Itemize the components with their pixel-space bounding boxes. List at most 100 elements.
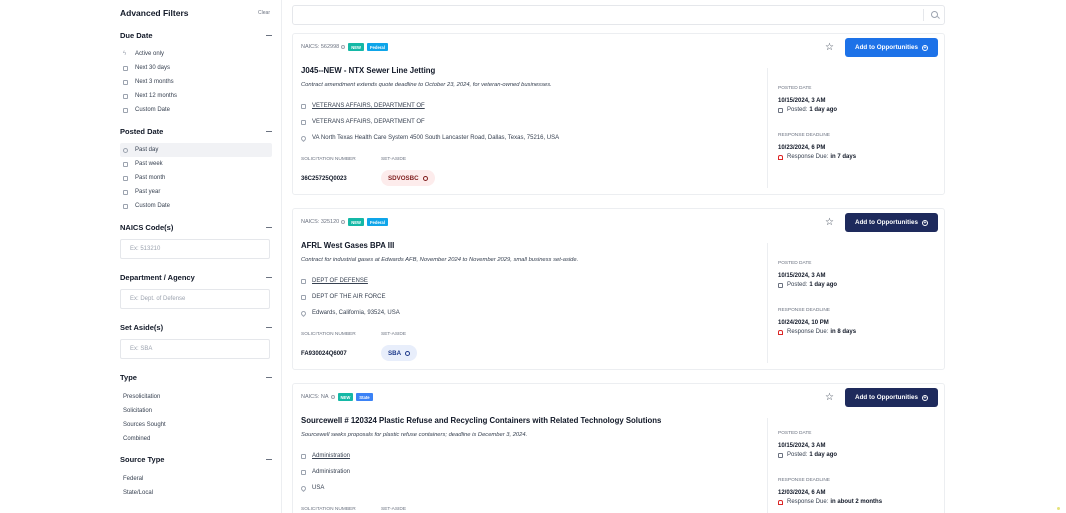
new-badge: NEW — [348, 218, 364, 226]
agency-line: VETERANS AFFAIRS, DEPARTMENT OF — [301, 119, 425, 125]
source-option-federal[interactable]: Federal — [120, 472, 272, 486]
button-label: Add to Opportunities — [855, 394, 918, 401]
department-header[interactable]: Department / Agency — [120, 271, 272, 283]
search-icon[interactable] — [931, 11, 938, 18]
option-label: Active only — [135, 51, 165, 57]
add-to-opportunities-button[interactable]: Add to Opportunities + — [845, 213, 938, 232]
source-type-header[interactable]: Source Type — [120, 453, 272, 465]
office-icon — [301, 119, 306, 125]
opportunity-description: Sourcewell seeks proposals for plastic r… — [301, 432, 528, 438]
type-header[interactable]: Type — [120, 371, 272, 383]
opportunity-title[interactable]: AFRL West Gases BPA III — [301, 241, 394, 250]
posted-date-header[interactable]: Posted Date — [120, 125, 272, 137]
calendar-icon — [778, 282, 783, 288]
type-option-sources-sought[interactable]: Sources Sought — [120, 418, 272, 432]
option-label: Past year — [135, 189, 161, 195]
star-icon[interactable]: ☆ — [825, 217, 834, 228]
deadline-value: 10/24/2024, 10 PM — [778, 320, 829, 326]
map-pin-icon — [299, 484, 308, 492]
posted-ago: Posted: 1 day ago — [778, 107, 837, 113]
opportunity-title[interactable]: J045--NEW - NTX Sewer Line Jetting — [301, 66, 435, 75]
opportunity-title[interactable]: Sourcewell # 120324 Plastic Refuse and R… — [301, 416, 661, 425]
option-label: Next 30 days — [135, 65, 171, 71]
department-name: Administration — [312, 453, 351, 459]
option-label: Custom Date — [135, 203, 171, 209]
source-option-state-local[interactable]: State/Local — [120, 486, 272, 500]
posted-ago-value: 1 day ago — [809, 282, 838, 288]
calendar-icon — [123, 65, 128, 71]
set-aside-value: SDVOSBC — [388, 174, 419, 182]
collapse-icon[interactable] — [266, 34, 272, 36]
calendar-icon — [123, 189, 128, 195]
opportunity-description: Contract amendment extends quote deadlin… — [301, 82, 552, 88]
due-option-next-30[interactable]: Next 30 days — [120, 61, 272, 75]
naics-header[interactable]: NAICS Code(s) — [120, 221, 272, 233]
option-label: Next 12 months — [135, 93, 178, 99]
posted-ago-value: 1 day ago — [809, 107, 838, 113]
due-date-header[interactable]: Due Date — [120, 29, 272, 41]
info-icon[interactable] — [341, 220, 346, 224]
department-line[interactable]: VETERANS AFFAIRS, DEPARTMENT OF — [301, 103, 425, 109]
posted-option-past-week[interactable]: Past week — [120, 157, 272, 171]
option-label: Past day — [135, 147, 159, 153]
clear-filters-link[interactable]: Clear — [258, 10, 270, 16]
collapse-icon[interactable] — [266, 226, 272, 228]
opportunity-description: Contract for industrial gases at Edwards… — [301, 257, 579, 263]
location-text: USA — [312, 485, 325, 491]
naics-input[interactable]: Ex: 513210 — [120, 239, 270, 259]
star-icon[interactable]: ☆ — [825, 392, 834, 403]
collapse-icon[interactable] — [266, 326, 272, 328]
option-label: Next 3 months — [135, 79, 174, 85]
bolt-icon: ϟ — [123, 50, 127, 57]
info-icon[interactable] — [422, 175, 428, 181]
solicitation-label: SOLICITATION NUMBER — [301, 507, 356, 512]
agency-name: Administration — [312, 469, 351, 475]
plus-circle-icon: + — [921, 44, 928, 51]
due-option-next-3m[interactable]: Next 3 months — [120, 75, 272, 89]
posted-option-past-day[interactable]: Past day — [120, 143, 272, 157]
department-line[interactable]: Administration — [301, 453, 350, 459]
type-option-presolicitation[interactable]: Presolicitation — [120, 390, 272, 404]
posted-info: POSTED DATE 10/15/2024, 3 AM Posted: 1 da… — [778, 261, 837, 288]
department-input[interactable]: Ex: Dept. of Defense — [120, 289, 270, 309]
map-pin-icon — [299, 134, 308, 142]
response-due: Response Due: in 8 days — [778, 329, 856, 335]
type-option-combined[interactable]: Combined — [120, 432, 272, 446]
info-icon[interactable] — [405, 350, 411, 356]
posted-ago: Posted: 1 day ago — [778, 452, 837, 458]
response-due: Response Due: in about 2 months — [778, 499, 882, 505]
set-aside-header[interactable]: Set Aside(s) — [120, 321, 272, 333]
posted-date-value: 10/15/2024, 3 AM — [778, 443, 826, 449]
info-icon[interactable] — [341, 45, 346, 49]
collapse-icon[interactable] — [266, 276, 272, 278]
collapse-icon[interactable] — [266, 458, 272, 460]
agency-name: VETERANS AFFAIRS, DEPARTMENT OF — [312, 119, 425, 125]
section-title: Type — [120, 372, 137, 382]
due-option-next-12m[interactable]: Next 12 months — [120, 89, 272, 103]
posted-option-past-month[interactable]: Past month — [120, 171, 272, 185]
search-input[interactable] — [292, 5, 945, 25]
option-label: Custom Date — [135, 107, 171, 113]
calendar-grid-icon — [123, 107, 128, 113]
info-icon[interactable] — [330, 395, 335, 399]
due-option-custom[interactable]: Custom Date — [120, 103, 272, 117]
set-aside-input[interactable]: Ex: SBA — [120, 339, 270, 359]
add-to-opportunities-button[interactable]: Add to Opportunities + — [845, 38, 938, 57]
calendar-icon — [123, 175, 128, 181]
posted-option-custom[interactable]: Custom Date — [120, 199, 272, 213]
collapse-icon[interactable] — [266, 130, 272, 132]
set-aside-label: SET-ASIDE — [381, 157, 407, 162]
star-icon[interactable]: ☆ — [825, 42, 834, 53]
column-divider — [767, 243, 768, 363]
department-line[interactable]: DEPT OF DEFENSE — [301, 278, 368, 284]
column-divider — [767, 418, 768, 513]
due-option-active-only[interactable]: ϟ Active only — [120, 47, 272, 61]
section-title: NAICS Code(s) — [120, 222, 174, 232]
set-aside-badge: SDVOSBC — [381, 170, 435, 186]
due-date-section: Due Date ϟ Active only Next 30 days Next … — [120, 29, 272, 117]
collapse-icon[interactable] — [266, 376, 272, 378]
posted-option-past-year[interactable]: Past year — [120, 185, 272, 199]
deadline-info: RESPONSE DEADLINE 10/24/2024, 10 PM Resp… — [778, 308, 856, 335]
type-option-solicitation[interactable]: Solicitation — [120, 404, 272, 418]
add-to-opportunities-button[interactable]: Add to Opportunities + — [845, 388, 938, 407]
